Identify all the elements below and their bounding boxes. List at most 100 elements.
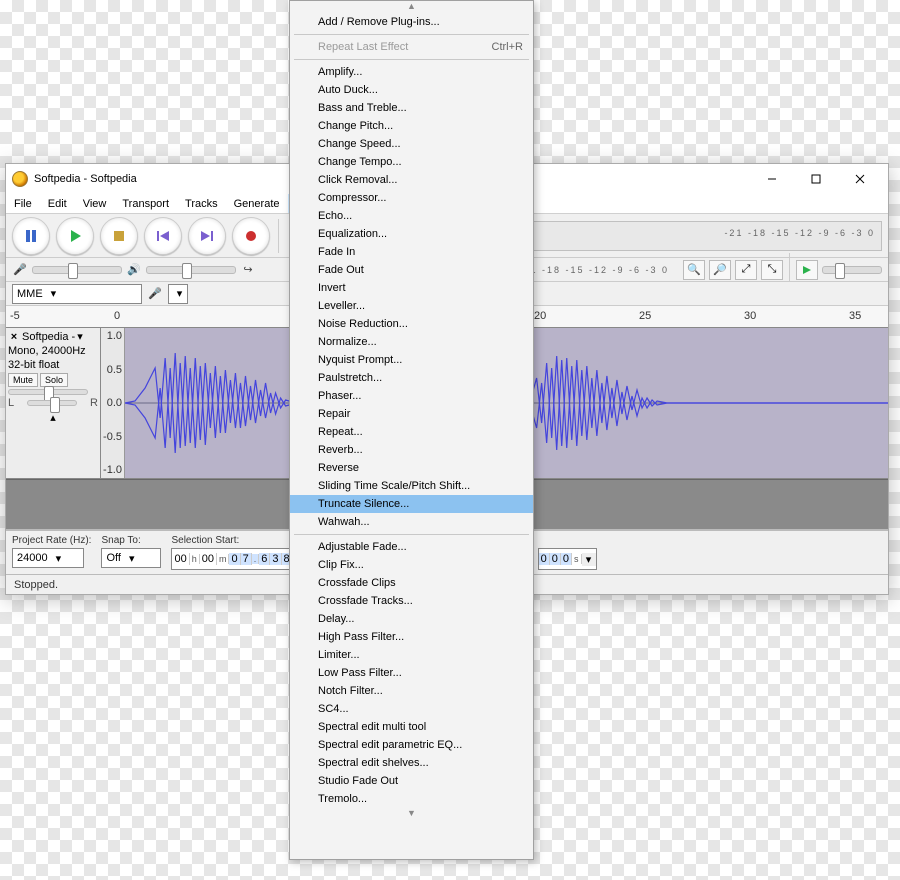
effect-menu-item[interactable]: Nyquist Prompt... — [290, 351, 533, 369]
menu-edit[interactable]: Edit — [40, 194, 75, 213]
effect-menu-item[interactable]: Repair — [290, 405, 533, 423]
menu-generate-label: Generate — [234, 198, 280, 210]
effect-menu-item[interactable]: Noise Reduction... — [290, 315, 533, 333]
effect-menu-item[interactable]: High Pass Filter... — [290, 628, 533, 646]
chevron-down-icon: ▾ — [51, 287, 57, 300]
project-rate-combo[interactable]: 24000 ▾ — [12, 548, 84, 568]
effect-menu-item[interactable]: Limiter... — [290, 646, 533, 664]
skip-start-button[interactable] — [144, 217, 182, 255]
mute-button[interactable]: Mute — [8, 373, 38, 387]
record-button[interactable] — [232, 217, 270, 255]
play-button[interactable] — [56, 217, 94, 255]
time-f1[interactable]: 6 — [259, 553, 270, 565]
effect-menu-item[interactable]: Adjustable Fade... — [290, 538, 533, 556]
effect-menu-item[interactable]: Bass and Treble... — [290, 99, 533, 117]
effect-menu-item[interactable]: Echo... — [290, 207, 533, 225]
track-close-button[interactable]: × — [8, 331, 20, 343]
effect-menu-item[interactable]: Studio Fade Out — [290, 772, 533, 790]
effect-menu-item[interactable]: Equalization... — [290, 225, 533, 243]
menu-file[interactable]: File — [6, 194, 40, 213]
len-s2[interactable]: 0 — [550, 553, 561, 565]
zoom-out-button[interactable]: 🔎 — [709, 260, 731, 280]
maximize-button[interactable] — [794, 165, 838, 193]
effect-menu-item[interactable]: Reverb... — [290, 441, 533, 459]
effect-menu-item[interactable]: Click Removal... — [290, 171, 533, 189]
menu-separator — [294, 34, 529, 35]
menu-generate[interactable]: Generate — [226, 194, 288, 213]
effect-menu-item[interactable]: Normalize... — [290, 333, 533, 351]
effect-menu-item[interactable]: Paulstretch... — [290, 369, 533, 387]
time-f2[interactable]: 3 — [270, 553, 281, 565]
len-s1[interactable]: 0 — [539, 553, 550, 565]
effect-menu-item[interactable]: Invert — [290, 279, 533, 297]
effect-menu-item[interactable]: Tremolo... — [290, 790, 533, 808]
close-button[interactable] — [838, 165, 882, 193]
zoom-in-button[interactable]: 🔍 — [683, 260, 705, 280]
skip-end-button[interactable] — [188, 217, 226, 255]
effect-menu-item[interactable]: Low Pass Filter... — [290, 664, 533, 682]
time-hh[interactable]: 00 — [172, 553, 189, 565]
effect-menu-item[interactable]: Fade Out — [290, 261, 533, 279]
effect-menu-item[interactable]: Leveller... — [290, 297, 533, 315]
stop-button[interactable] — [100, 217, 138, 255]
play-at-speed-button[interactable] — [796, 260, 818, 280]
effect-menu-item[interactable]: Phaser... — [290, 387, 533, 405]
time-s2[interactable]: 7 — [241, 553, 252, 565]
effect-menu-item[interactable]: Notch Filter... — [290, 682, 533, 700]
time-mm[interactable]: 00 — [200, 553, 217, 565]
effect-menu-item[interactable]: Clip Fix... — [290, 556, 533, 574]
menu-scroll-down-icon[interactable]: ▼ — [290, 808, 533, 820]
menu-view[interactable]: View — [75, 194, 115, 213]
effect-menu-item[interactable]: Crossfade Clips — [290, 574, 533, 592]
effect-menu-item[interactable]: Spectral edit shelves... — [290, 754, 533, 772]
menu-scroll-up-icon[interactable]: ▲ — [290, 1, 533, 13]
track-control-panel[interactable]: × Softpedia - ▾ Mono, 24000Hz 32-bit flo… — [6, 328, 101, 478]
ruler-label: -5 — [10, 310, 20, 322]
effect-menu-item[interactable]: Auto Duck... — [290, 81, 533, 99]
effect-menu-item[interactable]: Compressor... — [290, 189, 533, 207]
len-s3[interactable]: 0 — [561, 553, 572, 565]
effect-menu-item[interactable]: Reverse — [290, 459, 533, 477]
pan-slider[interactable] — [27, 400, 77, 406]
menu-tracks[interactable]: Tracks — [177, 194, 226, 213]
menu-transport[interactable]: Transport — [114, 194, 177, 213]
effect-menu-item[interactable]: Repeat... — [290, 423, 533, 441]
effect-menu-item[interactable]: Delay... — [290, 610, 533, 628]
fit-project-button[interactable]: ⤡ — [761, 260, 783, 280]
playback-volume-slider[interactable] — [146, 266, 236, 274]
effect-menu-item[interactable]: Sliding Time Scale/Pitch Shift... — [290, 477, 533, 495]
audio-host-combo[interactable]: MME ▾ — [12, 284, 142, 304]
solo-button[interactable]: Solo — [40, 373, 68, 387]
snap-to-combo[interactable]: Off ▾ — [101, 548, 161, 568]
effect-menu-item[interactable]: Amplify... — [290, 63, 533, 81]
amp-label: 0.5 — [101, 364, 122, 376]
fit-selection-button[interactable]: ⤢ — [735, 260, 757, 280]
time-format-arrow-icon[interactable]: ▾ — [582, 553, 596, 566]
record-volume-slider[interactable] — [32, 266, 122, 274]
gain-slider[interactable] — [8, 389, 88, 395]
track-menu-arrow-icon[interactable]: ▾ — [77, 330, 83, 343]
effect-menu-item[interactable]: Change Tempo... — [290, 153, 533, 171]
length-timebox[interactable]: 0 0 0 s ▾ — [538, 548, 597, 570]
effect-menu-item[interactable]: Change Pitch... — [290, 117, 533, 135]
effect-menu-item[interactable]: Truncate Silence... — [290, 495, 533, 513]
effect-menu-item[interactable]: Wahwah... — [290, 513, 533, 531]
effect-menu-item[interactable]: Add / Remove Plug-ins... — [290, 13, 533, 31]
effect-menu-item[interactable]: Fade In — [290, 243, 533, 261]
effect-menu-item[interactable]: SC4... — [290, 700, 533, 718]
effect-menu-item[interactable]: Spectral edit multi tool — [290, 718, 533, 736]
effect-menu-item[interactable]: Spectral edit parametric EQ... — [290, 736, 533, 754]
project-rate-label: Project Rate (Hz): — [12, 535, 91, 546]
chevron-down-icon: ▾ — [177, 287, 183, 300]
selection-start-timebox[interactable]: 00 h 00 m 0 7 . 6 3 8 ▾ — [171, 548, 307, 570]
effect-menu-body: Add / Remove Plug-ins...Repeat Last Effe… — [290, 13, 533, 808]
time-unit-h: h — [190, 554, 200, 564]
play-speed-slider[interactable] — [822, 266, 882, 274]
pause-button[interactable] — [12, 217, 50, 255]
effect-menu-item[interactable]: Crossfade Tracks... — [290, 592, 533, 610]
time-s1[interactable]: 0 — [229, 553, 240, 565]
len-unit-s: s — [572, 554, 582, 564]
record-device-combo[interactable]: ▾ — [168, 284, 188, 304]
minimize-button[interactable] — [750, 165, 794, 193]
effect-menu-item[interactable]: Change Speed... — [290, 135, 533, 153]
